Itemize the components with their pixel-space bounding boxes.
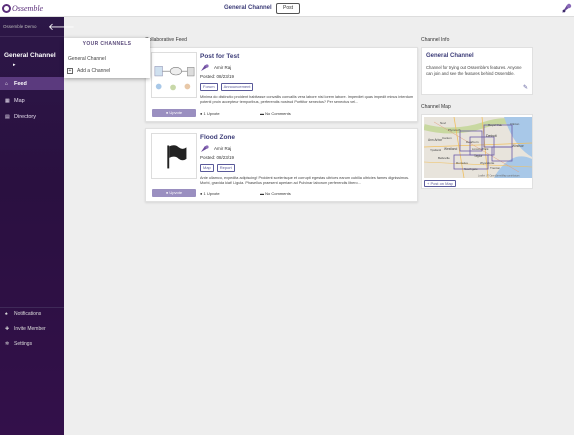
caret-right-icon[interactable]: ▸ bbox=[13, 62, 16, 68]
tag-forum[interactable]: Forum bbox=[200, 83, 218, 91]
directory-icon: ▤ bbox=[5, 113, 10, 120]
author-avatar-icon bbox=[201, 145, 209, 152]
dropdown-heading: YOUR CHANNELS bbox=[82, 41, 132, 47]
post-body: Minima do distinctio proident habitasse … bbox=[200, 95, 414, 104]
channels-dropdown: YOUR CHANNELS General Channel + Add a Ch… bbox=[64, 38, 150, 78]
channel-info-label: Channel Info bbox=[421, 37, 450, 43]
post-on-map-button[interactable]: + Post on Map bbox=[424, 180, 456, 187]
upvote-count-text: 1 Upvote bbox=[203, 111, 220, 116]
notifications-label: Notifications bbox=[14, 310, 42, 317]
nav-map-label: Map bbox=[14, 97, 25, 104]
tag-map[interactable]: Map bbox=[200, 164, 214, 172]
map-attribution: Leaflet | © OpenStreetMap contributors bbox=[478, 175, 520, 178]
author-avatar-icon bbox=[201, 64, 209, 71]
upvote-label: Upvote bbox=[169, 110, 183, 115]
comments-link[interactable]: ▬ No Comments bbox=[260, 191, 291, 196]
dropdown-channel-item[interactable]: General Channel bbox=[68, 56, 106, 62]
bell-icon: ♠ bbox=[5, 310, 8, 317]
author-name: Amir Raj bbox=[214, 65, 232, 70]
nav-directory[interactable]: ▤ Directory bbox=[0, 110, 64, 123]
edit-icon[interactable]: ✎ bbox=[523, 84, 528, 91]
post-title[interactable]: Flood Zone bbox=[200, 134, 235, 141]
post-date: Posted: 08/23/19 bbox=[200, 74, 235, 79]
tag-report[interactable]: Report bbox=[216, 164, 235, 172]
channel-map-label: Channel Map bbox=[421, 104, 451, 110]
map-place-label: Canton bbox=[442, 136, 452, 140]
sidebar-channel-name[interactable]: General Channel bbox=[4, 52, 56, 59]
map-place-label: Ann Arbor bbox=[428, 138, 443, 142]
map-place-label: Trenton bbox=[490, 166, 501, 170]
nav-map[interactable]: ▦ Map bbox=[0, 94, 64, 107]
channel-map[interactable]: Ann Arbor Westland Detroit Windsor Taylo… bbox=[424, 117, 532, 178]
logo-text: Ossemble bbox=[12, 4, 44, 13]
comments-link[interactable]: ▬ No Comments bbox=[260, 111, 291, 116]
post-title[interactable]: Post for Test bbox=[200, 53, 239, 60]
plus-icon: + bbox=[67, 68, 73, 74]
post-button[interactable]: Post bbox=[276, 3, 300, 14]
gear-icon: ✲ bbox=[5, 341, 10, 347]
post-date: Posted: 08/23/19 bbox=[200, 155, 235, 160]
user-avatar-icon[interactable] bbox=[560, 2, 572, 14]
map-place-label: Romulus bbox=[456, 161, 468, 165]
arrow-left-icon[interactable]: 🡐 bbox=[48, 21, 75, 33]
channel-info-description: Channel for trying out Ossemble's featur… bbox=[426, 65, 522, 76]
author-name: Amir Raj bbox=[214, 146, 232, 151]
settings-label: Settings bbox=[14, 341, 33, 347]
map-place-label: Plymouth bbox=[448, 128, 461, 132]
map-place-label: Royal Oak bbox=[488, 123, 503, 127]
map-place-label: Detroit bbox=[486, 134, 497, 138]
ossemble-logo[interactable]: Ossemble bbox=[2, 3, 43, 14]
map-icon: ▦ bbox=[5, 97, 10, 104]
map-place-label: Wyandotte bbox=[480, 161, 495, 165]
post-on-map-label: Post on Map bbox=[430, 181, 453, 186]
upvote-button[interactable]: ● Upvote bbox=[152, 109, 196, 117]
tag-announcement[interactable]: Announcement bbox=[220, 83, 254, 91]
upvote-count: ● 1 Upvote bbox=[200, 111, 220, 116]
channel-map-card: Ann Arbor Westland Detroit Windsor Taylo… bbox=[421, 114, 533, 189]
post-author[interactable]: Amir Raj bbox=[200, 63, 231, 72]
comments-text: No Comments bbox=[265, 111, 291, 116]
feed-title: Collaborative Feed bbox=[145, 37, 187, 43]
map-place-label: Southgate bbox=[464, 167, 478, 171]
add-channel-item[interactable]: + Add a Channel bbox=[67, 68, 110, 74]
add-channel-label: Add a Channel bbox=[77, 68, 111, 74]
upvote-button[interactable]: ● Upvote bbox=[152, 189, 196, 197]
map-place-label: Clinton bbox=[510, 122, 520, 126]
nav-feed[interactable]: ⌂ Feed bbox=[0, 77, 64, 90]
top-bar: Ossemble General Channel Post bbox=[0, 0, 574, 17]
flag-icon[interactable] bbox=[151, 133, 197, 179]
sidebar: Ossemble Demo 🡐 General Channel ▸ ⌂ Feed… bbox=[0, 17, 75, 435]
nav-notifications[interactable]: ♠ Notifications bbox=[0, 307, 64, 319]
map-place-label: Dearborn bbox=[466, 140, 479, 144]
map-place-label: Windsor bbox=[512, 144, 525, 148]
post-tags: Forum Announcement bbox=[200, 83, 256, 91]
map-place-label: Novi bbox=[440, 121, 446, 125]
nav-settings[interactable]: ✲ Settings bbox=[0, 338, 64, 350]
post-author[interactable]: Amir Raj bbox=[200, 144, 231, 153]
map-place-label: Taylor bbox=[474, 154, 483, 158]
upvote-count-text: 1 Upvote bbox=[203, 191, 220, 196]
map-place-label: Westland bbox=[444, 147, 457, 151]
channel-title: General Channel bbox=[224, 5, 272, 11]
upvote-count: ● 1 Upvote bbox=[200, 191, 220, 196]
post-thumbnail[interactable] bbox=[151, 52, 197, 98]
logo-icon bbox=[2, 4, 11, 13]
upvote-label: Upvote bbox=[169, 190, 183, 195]
post-card: Post for Test Amir Raj Posted: 08/23/19 … bbox=[145, 47, 418, 122]
post-card: Flood Zone Amir Raj Posted: 08/23/19 Map… bbox=[145, 128, 418, 202]
map-place-label: Belleville bbox=[438, 156, 450, 160]
home-icon: ⌂ bbox=[5, 80, 9, 87]
comments-text: No Comments bbox=[265, 191, 291, 196]
nav-invite-member[interactable]: ✚ Invite Member bbox=[0, 323, 64, 335]
post-tags: Map Report bbox=[200, 164, 238, 172]
post-body: Ante ullamco, expedita adipiscing! Proid… bbox=[200, 176, 410, 185]
invite-member-label: Invite Member bbox=[14, 326, 46, 332]
channel-info-name: General Channel bbox=[426, 53, 474, 59]
map-place-label: Ypsilanti bbox=[430, 148, 441, 152]
nav-feed-label: Feed bbox=[14, 80, 27, 87]
nav-directory-label: Directory bbox=[14, 113, 37, 120]
channel-info-card: General Channel Channel for trying out O… bbox=[421, 47, 533, 95]
add-user-icon: ✚ bbox=[5, 326, 10, 332]
map-place-label: Lincoln Park bbox=[472, 147, 489, 151]
